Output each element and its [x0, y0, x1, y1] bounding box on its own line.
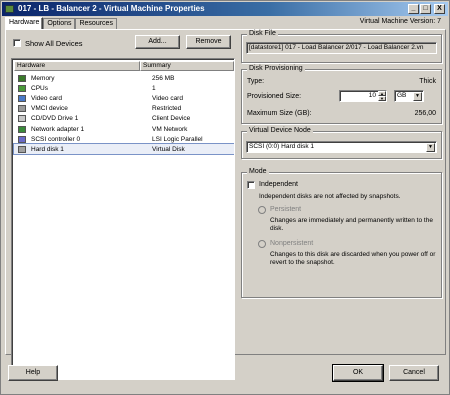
disk-file-title: Disk File: [247, 30, 278, 38]
properties-window: 017 - LB - Balancer 2 - Virtual Machine …: [0, 0, 450, 395]
provisioned-size-label: Provisioned Size:: [247, 93, 302, 100]
ok-button[interactable]: OK: [332, 364, 384, 382]
hardware-name: SCSI controller 0: [31, 135, 81, 143]
window-controls: _ □ X: [408, 4, 445, 14]
column-header-summary[interactable]: Summary: [140, 61, 234, 71]
independent-label: Independent: [259, 181, 298, 188]
vm-version: Virtual Machine Version: 7: [359, 18, 441, 25]
hardware-summary: LSI Logic Parallel: [152, 135, 203, 143]
hardware-list-header: Hardware Summary: [14, 61, 234, 71]
show-all-devices-label: Show All Devices: [25, 39, 83, 48]
hardware-panel: Show All Devices Add... Remove Hardware …: [5, 29, 446, 380]
type-label: Type:: [247, 78, 265, 85]
hardware-name: Memory: [31, 74, 55, 82]
provisioned-size-value: 10: [368, 92, 376, 99]
unit-select[interactable]: GB ▼: [394, 90, 424, 102]
scsi-controller-icon: [18, 135, 26, 143]
hardware-row[interactable]: CPUs 1: [14, 83, 234, 93]
independent-description: Independent disks are not affected by sn…: [259, 193, 401, 200]
remove-button[interactable]: Remove: [186, 35, 231, 49]
help-button[interactable]: Help: [8, 365, 58, 381]
virtual-device-node-value: SCSI (0:0) Hard disk 1: [249, 143, 315, 150]
hard-disk-icon: [18, 145, 26, 153]
hardware-summary: Video card: [152, 94, 183, 102]
hardware-row[interactable]: Memory 256 MB: [14, 73, 234, 83]
window-title: 017 - LB - Balancer 2 - Virtual Machine …: [18, 4, 205, 13]
hardware-summary: 256 MB: [152, 74, 175, 82]
hardware-name: Hard disk 1: [31, 145, 64, 153]
hardware-list: Hardware Summary Memory 256 MB CPUs 1 Video …: [11, 58, 235, 380]
tab-hardware[interactable]: Hardware: [5, 17, 44, 29]
hardware-name: CD/DVD Drive 1: [31, 115, 79, 123]
mode-group: Mode Independent Independent disks are n…: [241, 168, 442, 298]
hardware-summary: Virtual Disk: [152, 145, 185, 153]
vm-icon: [5, 5, 14, 13]
chevron-down-icon[interactable]: ▼: [426, 143, 435, 152]
virtual-device-node-title: Virtual Device Node: [247, 127, 313, 135]
video-card-icon: [18, 94, 26, 102]
title-bar[interactable]: 017 - LB - Balancer 2 - Virtual Machine …: [2, 2, 448, 16]
cpu-icon: [18, 84, 26, 92]
disk-provisioning-group: Disk Provisioning Type: Thick Provisione…: [241, 65, 442, 124]
disk-provisioning-title: Disk Provisioning: [247, 65, 305, 73]
minimize-button[interactable]: _: [408, 4, 419, 14]
hardware-row[interactable]: CD/DVD Drive 1 Client Device: [14, 114, 234, 124]
hardware-name: Network adapter 1: [31, 125, 85, 133]
chevron-down-icon[interactable]: ▼: [413, 92, 422, 101]
disk-file-path: [datastore1] 017 - Load Balancer 2/017 -…: [246, 42, 437, 54]
type-value: Thick: [419, 78, 436, 85]
show-all-devices-checkbox[interactable]: [13, 39, 21, 47]
hardware-row[interactable]: Video card Video card: [14, 93, 234, 103]
nonpersistent-label: Nonpersistent: [270, 240, 314, 247]
vmci-device-icon: [18, 105, 26, 113]
maximize-button[interactable]: □: [420, 4, 431, 14]
cancel-button[interactable]: Cancel: [389, 365, 439, 381]
tab-resources[interactable]: Resources: [75, 18, 117, 29]
column-header-hardware[interactable]: Hardware: [14, 61, 140, 71]
persistent-label: Persistent: [270, 206, 302, 213]
virtual-device-node-select[interactable]: SCSI (0:0) Hard disk 1 ▼: [246, 141, 437, 153]
nonpersistent-description: Changes to this disk are discarded when …: [270, 251, 436, 266]
memory-icon: [18, 74, 26, 82]
hardware-name: CPUs: [31, 84, 48, 92]
spin-down-icon[interactable]: ▼: [378, 96, 386, 101]
virtual-device-node-group: Virtual Device Node SCSI (0:0) Hard disk…: [241, 127, 442, 159]
mode-title: Mode: [247, 168, 269, 176]
hardware-row[interactable]: Hard disk 1 Virtual Disk: [13, 143, 234, 156]
max-size-value: 256,00: [414, 110, 436, 117]
add-button[interactable]: Add...: [135, 35, 180, 49]
hardware-summary: 1: [152, 84, 156, 92]
provisioned-size-input[interactable]: 10 ▲ ▼: [339, 90, 387, 102]
nonpersistent-radio[interactable]: [258, 240, 266, 248]
hardware-row[interactable]: Network adapter 1 VM Network: [14, 124, 234, 134]
size-spinner[interactable]: ▲ ▼: [378, 91, 386, 101]
hardware-name: Video card: [31, 94, 62, 102]
hardware-summary: Client Device: [152, 115, 191, 123]
hardware-row[interactable]: VMCI device Restricted: [14, 104, 234, 114]
network-adapter-icon: [18, 125, 26, 133]
hardware-row[interactable]: SCSI controller 0 LSI Logic Parallel: [14, 134, 234, 144]
tab-strip: Hardware Options Resources: [5, 17, 117, 29]
hardware-summary: Restricted: [152, 105, 182, 113]
unit-value: GB: [397, 92, 407, 99]
hardware-name: VMCI device: [31, 105, 68, 113]
hardware-summary: VM Network: [152, 125, 188, 133]
close-button[interactable]: X: [434, 4, 445, 14]
cd-dvd-icon: [18, 115, 26, 123]
max-size-label: Maximum Size (GB):: [247, 110, 312, 117]
tab-options[interactable]: Options: [43, 18, 76, 29]
persistent-radio[interactable]: [258, 206, 266, 214]
independent-checkbox[interactable]: [247, 181, 255, 189]
persistent-description: Changes are immediately and permanently …: [270, 217, 433, 232]
disk-file-group: Disk File [datastore1] 017 - Load Balanc…: [241, 30, 442, 63]
